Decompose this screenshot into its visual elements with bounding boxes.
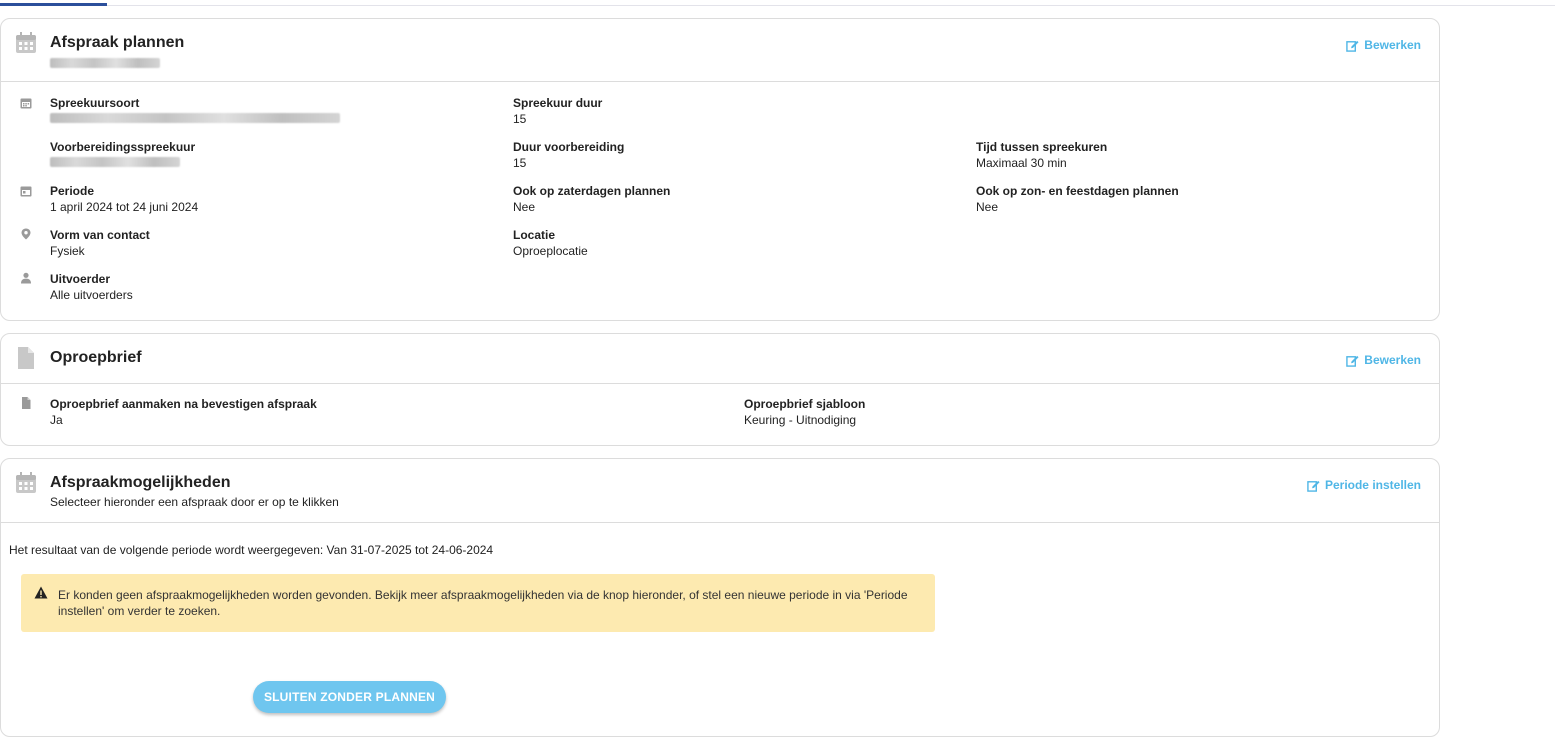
map-marker-icon bbox=[21, 228, 31, 240]
card-title: Afspraak plannen bbox=[50, 34, 185, 51]
card-header: Oproepbrief Bewerken bbox=[1, 334, 1439, 384]
edit-icon bbox=[1307, 480, 1320, 492]
edit-button[interactable]: Bewerken bbox=[1346, 38, 1421, 52]
card-title: Afspraakmogelijkheden bbox=[50, 474, 231, 491]
document-icon bbox=[22, 397, 31, 409]
active-tab-indicator bbox=[0, 3, 107, 6]
calendar-icon bbox=[20, 186, 32, 197]
field-locatie: Locatie Oproeplocatie bbox=[513, 228, 588, 258]
field-spreekuursoort: Spreekuursoort bbox=[50, 95, 340, 127]
alert-message: Er konden geen afspraakmogelijkheden wor… bbox=[58, 588, 908, 618]
user-icon bbox=[21, 272, 31, 284]
warning-icon bbox=[34, 586, 48, 599]
card-header: Afspraak plannen Bewerken bbox=[1, 19, 1439, 82]
field-zaterdagen: Ook op zaterdagen plannen Nee bbox=[513, 184, 671, 214]
edit-icon bbox=[1346, 355, 1359, 367]
field-oproepbrief-sjabloon: Oproepbrief sjabloon Keuring - Uitnodigi… bbox=[744, 397, 866, 427]
afspraak-plannen-card: Afspraak plannen Bewerken Spreekuursoort… bbox=[0, 18, 1440, 321]
document-icon bbox=[18, 347, 34, 369]
redacted-subtitle bbox=[50, 57, 160, 71]
field-voorbereidingsspreekuur: Voorbereidingsspreekuur bbox=[50, 139, 195, 171]
periode-instellen-label: Periode instellen bbox=[1324, 478, 1421, 492]
field-periode: Periode 1 april 2024 tot 24 juni 2024 bbox=[50, 184, 199, 214]
calendar-icon bbox=[16, 32, 36, 53]
calendar-icon bbox=[16, 472, 36, 493]
edit-label: Bewerken bbox=[1364, 353, 1421, 367]
calendar-icon bbox=[20, 98, 32, 109]
edit-icon bbox=[1346, 40, 1359, 52]
field-duur-voorbereiding: Duur voorbereiding 15 bbox=[513, 140, 625, 170]
field-spreekuur-duur: Spreekuur duur 15 bbox=[513, 96, 603, 126]
field-oproepbrief-aanmaken: Oproepbrief aanmaken na bevestigen afspr… bbox=[50, 397, 317, 427]
card-title: Oproepbrief bbox=[50, 349, 142, 366]
period-result-text: Het resultaat van de volgende periode wo… bbox=[9, 543, 494, 557]
sluiten-zonder-plannen-button[interactable]: SLUITEN ZONDER PLANNEN bbox=[253, 681, 446, 713]
edit-label: Bewerken bbox=[1364, 38, 1421, 52]
edit-button[interactable]: Bewerken bbox=[1346, 353, 1421, 367]
field-uitvoerder: Uitvoerder Alle uitvoerders bbox=[50, 272, 133, 302]
field-zon-feestdagen: Ook op zon- en feestdagen plannen Nee bbox=[976, 184, 1179, 214]
field-vorm-van-contact: Vorm van contact Fysiek bbox=[50, 228, 150, 258]
periode-instellen-button[interactable]: Periode instellen bbox=[1307, 478, 1421, 492]
no-results-alert: Er konden geen afspraakmogelijkheden wor… bbox=[21, 574, 935, 632]
field-tijd-tussen-spreekuren: Tijd tussen spreekuren Maximaal 30 min bbox=[976, 140, 1108, 170]
card-subtitle: Selecteer hieronder een afspraak door er… bbox=[50, 495, 339, 509]
oproepbrief-card: Oproepbrief Bewerken Oproepbrief aanmake… bbox=[0, 333, 1440, 446]
top-tab-strip bbox=[0, 0, 1555, 6]
card-header: Afspraakmogelijkheden Selecteer hieronde… bbox=[1, 459, 1439, 523]
